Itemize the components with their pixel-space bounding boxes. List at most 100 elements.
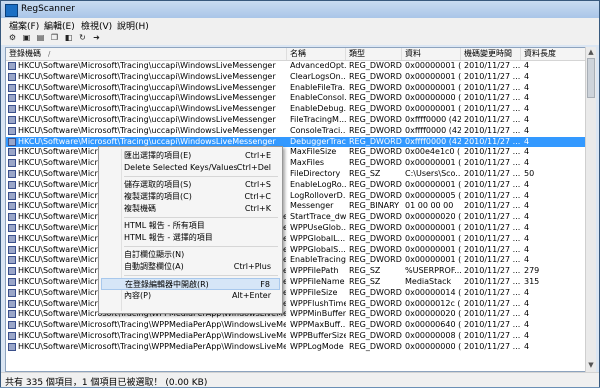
column-header-name[interactable]: 名稱 xyxy=(287,48,346,60)
table-row[interactable]: HKCU\Software\Microsoft\Tracing\uccapi\W… xyxy=(6,72,586,83)
cell-key: HKCU\Software\Microsoft\Tracing\WPPMedia… xyxy=(18,320,286,330)
cell-length: 4 xyxy=(524,341,530,351)
cell-name: EnableLogRo... xyxy=(290,179,346,189)
cell-modified: 2010/11/27 ... xyxy=(464,82,521,92)
table-row[interactable]: HKCU\Software\Microsoft\Tracing\WPPMedia… xyxy=(6,234,586,245)
cell-key: HKCU\Software\Microsoft\Tracing\uccapi\W… xyxy=(18,114,276,124)
scan-icon[interactable]: ⚙ xyxy=(7,32,18,43)
cell-data: 0x00000001 (1) xyxy=(405,255,461,265)
refresh-icon[interactable]: ↻ xyxy=(77,32,88,43)
table-row[interactable]: HKCU\Software\Microsoft\Tracing\uccapi\W… xyxy=(6,180,586,191)
context-menu-item-shortcut: Ctrl+Plus xyxy=(233,262,271,271)
table-row[interactable]: HKCU\Software\Microsoft\Tracing\WPPMedia… xyxy=(6,266,586,277)
cell-type: REG_DWORD xyxy=(349,309,402,319)
cell-modified: 2010/11/27 ... xyxy=(464,309,521,319)
regscanner-window: RegScanner 檔案(F) 編輯(E) 檢視(V) 說明(H) ⚙ ▣ ▤… xyxy=(0,0,600,388)
table-row[interactable]: HKCU\Software\Microsoft\Tracing\WPPMedia… xyxy=(6,288,586,299)
cell-modified: 2010/11/27 ... xyxy=(464,222,521,232)
context-menu-item[interactable]: 自動調整欄位(A) Ctrl+Plus xyxy=(101,261,280,273)
context-menu-item[interactable]: HTML 報告 - 所有項目 xyxy=(101,220,280,232)
cell-data: 0x00000001 (1) xyxy=(405,71,461,81)
selected-table-row[interactable]: HKCU\Software\Microsoft\Tracing\uccapi\W… xyxy=(6,136,586,148)
column-header-data[interactable]: 資料 xyxy=(402,48,461,60)
context-menu-item[interactable]: 複製機碼 Ctrl+K xyxy=(101,203,280,215)
context-menu-item[interactable]: 自訂欄位顯示(N) xyxy=(101,249,280,261)
context-menu-item[interactable]: HTML 報告 - 選擇的項目 xyxy=(101,232,280,244)
cell-data: 0x00000001 (1) xyxy=(405,158,461,168)
table-row[interactable]: HKCU\Software\Microsoft\Tracing\uccapi\W… xyxy=(6,126,586,137)
cell-data: 0x00000008 (8) xyxy=(405,330,461,340)
cell-name: WPPGlobalS... xyxy=(290,244,346,254)
exit-icon[interactable]: ➜ xyxy=(91,32,102,43)
cell-data: 0x00000020 (... xyxy=(405,309,461,319)
column-header-type[interactable]: 類型 xyxy=(346,48,402,60)
table-row[interactable]: HKCU\Software\Microsoft\Tracing\uccapi\W… xyxy=(6,169,586,180)
html-report-icon[interactable]: ◧ xyxy=(63,32,74,43)
cell-type: REG_DWORD xyxy=(349,320,402,330)
table-row[interactable]: HKCU\Software\Microsoft\Tracing\WPPMedia… xyxy=(6,299,586,310)
cell-data: 0x00000000 (0) xyxy=(405,341,461,351)
vertical-scrollbar[interactable]: ▲ ▼ xyxy=(585,47,596,372)
cell-type: REG_DWORD xyxy=(349,82,402,92)
cell-type: REG_DWORD xyxy=(349,179,402,189)
table-row[interactable]: HKCU\Software\Microsoft\Tracing\WPPMedia… xyxy=(6,309,586,320)
context-menu-item-shortcut: Ctrl+Del xyxy=(236,163,271,172)
table-row[interactable]: HKCU\Software\Microsoft\Tracing\uccapi\W… xyxy=(6,147,586,158)
cell-data: 0x00000640 (... xyxy=(405,320,461,330)
scroll-down-icon[interactable]: ▼ xyxy=(587,361,595,370)
context-menu-item[interactable]: 匯出選擇的項目(E) Ctrl+E xyxy=(101,150,280,162)
cell-data: 01 00 00 00 xyxy=(405,201,454,211)
table-row[interactable]: HKCU\Software\Microsoft\Tracing\WPPMedia… xyxy=(6,255,586,266)
table-row[interactable]: HKCU\Software\Microsoft\Tracing\WPPMedia… xyxy=(6,331,586,342)
context-menu-item[interactable]: 儲存選取的項目(S) Ctrl+S xyxy=(101,179,280,191)
table-row[interactable]: HKCU\Software\Microsoft\Tracing\uccapi\W… xyxy=(6,201,586,212)
cell-modified: 2010/11/27 ... xyxy=(464,320,521,330)
cell-type: REG_DWORD xyxy=(349,212,402,222)
cell-type: REG_DWORD xyxy=(349,71,402,81)
cell-length: 4 xyxy=(524,147,530,157)
scroll-up-icon[interactable]: ▲ xyxy=(587,48,595,57)
cell-length: 4 xyxy=(524,179,530,189)
cell-modified: 2010/11/27 ... xyxy=(464,341,521,351)
table-row[interactable]: HKCU\Software\Microsoft\Tracing\WPPMedia… xyxy=(6,223,586,234)
column-header-data-length[interactable]: 資料長度 xyxy=(521,48,586,60)
registry-value-icon xyxy=(8,126,16,135)
cell-modified: 2010/11/27 ... xyxy=(464,330,521,340)
cell-name: AdvancedOpt... xyxy=(290,61,346,70)
cell-data: 0x00000001 (1) xyxy=(405,233,461,243)
cell-modified: 2010/11/27 ... xyxy=(464,255,521,265)
table-row[interactable]: HKCU\Software\Microsoft\Tracing\WPPMedia… xyxy=(6,212,586,223)
column-header-modified-time[interactable]: 機碼變更時間 xyxy=(461,48,521,60)
table-row[interactable]: HKCU\Software\Microsoft\Tracing\uccapi\W… xyxy=(6,83,586,94)
context-menu-item[interactable]: 內容(P) Alt+Enter xyxy=(101,290,280,302)
context-menu-item[interactable]: Delete Selected Keys/Values Ctrl+Del xyxy=(101,162,280,174)
registry-value-icon xyxy=(8,83,16,92)
save-icon[interactable]: ▣ xyxy=(21,32,32,43)
registry-value-icon xyxy=(8,148,16,157)
column-header-key[interactable]: 登錄機碼 / xyxy=(6,48,287,60)
context-menu-item-shortcut: Ctrl+K xyxy=(244,204,271,213)
table-row[interactable]: HKCU\Software\Microsoft\Tracing\WPPMedia… xyxy=(6,277,586,288)
table-row[interactable]: HKCU\Software\Microsoft\Tracing\WPPMedia… xyxy=(6,342,586,353)
cell-type: REG_DWORD xyxy=(349,147,402,157)
table-row[interactable]: HKCU\Software\Microsoft\Tracing\WPPMedia… xyxy=(6,245,586,256)
registry-value-icon xyxy=(8,169,16,178)
table-row[interactable]: HKCU\Software\Microsoft\Tracing\uccapi\W… xyxy=(6,104,586,115)
context-menu-item[interactable]: 在登錄編輯器中開啟(R) F8 xyxy=(101,278,280,290)
cell-length: 4 xyxy=(524,244,530,254)
cell-name: WPPFileSize xyxy=(290,287,338,297)
table-row[interactable]: HKCU\Software\Microsoft\Tracing\uccapi\W… xyxy=(6,158,586,169)
cell-name: WPPFilePath xyxy=(290,266,339,276)
table-row[interactable]: HKCU\Software\Microsoft\Tracing\uccapi\W… xyxy=(6,115,586,126)
context-menu-item[interactable]: 複製選擇的項目(C) Ctrl+C xyxy=(101,191,280,203)
table-row[interactable]: HKCU\Software\Microsoft\Tracing\uccapi\W… xyxy=(6,191,586,202)
cell-modified: 2010/11/27 ... xyxy=(464,298,521,308)
copy-icon[interactable]: ❐ xyxy=(49,32,60,43)
properties-icon[interactable]: ▤ xyxy=(35,32,46,43)
scroll-thumb[interactable] xyxy=(587,58,595,98)
table-row[interactable]: HKCU\Software\Microsoft\Tracing\uccapi\W… xyxy=(6,93,586,104)
registry-list[interactable]: 登錄機碼 / 名稱 類型 資料 機碼變更時間 資料長度 HKCU\Software… xyxy=(5,47,587,372)
status-bar: 共有 335 個項目，1 個項目已被選取！ (0.00 KB) xyxy=(1,372,599,388)
table-row[interactable]: HKCU\Software\Microsoft\Tracing\WPPMedia… xyxy=(6,320,586,331)
table-row[interactable]: HKCU\Software\Microsoft\Tracing\uccapi\W… xyxy=(6,61,586,72)
